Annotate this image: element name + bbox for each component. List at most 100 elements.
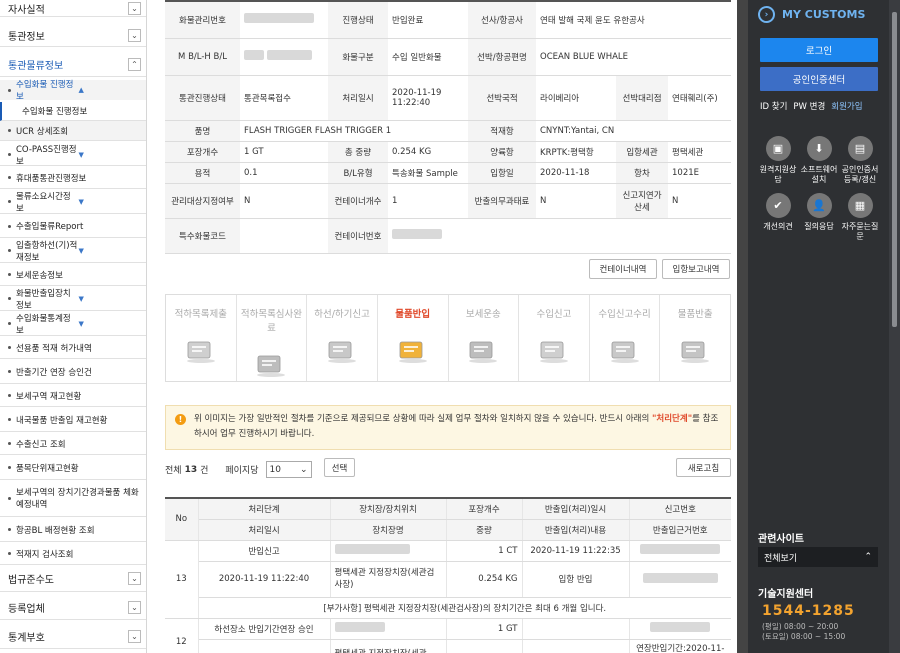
refresh-button[interactable]: 새로고침 bbox=[676, 458, 731, 477]
table-row: 평택세관 지정장치장(세관 연장반입기간:2020-11-3 bbox=[165, 639, 731, 653]
step-label: 적하목록제출 bbox=[174, 309, 228, 320]
processed-value: 2020-11-19 11:22:40 bbox=[388, 75, 468, 121]
warning-icon: ! bbox=[175, 414, 186, 425]
remote-support-item[interactable]: ▣ 원격지원상담 bbox=[758, 136, 798, 185]
nav-item-copass[interactable]: CO-PASS진행정보 ▼ bbox=[0, 144, 146, 167]
icon-label: 자주묻는질문 bbox=[841, 222, 879, 241]
find-id-link[interactable]: ID 찾기 bbox=[760, 100, 787, 112]
nav-item-item-stock[interactable]: 품목단위재고현황 bbox=[0, 456, 146, 480]
left-nav: 자사실적 ⌄ 통관정보 ⌄ 통관물류정보 ⌃ 수입화물 진행정보 ▲ 수입화물 진행정보… bbox=[0, 0, 147, 653]
software-install-item[interactable]: ⬇ 소프트웨어설치 bbox=[799, 136, 839, 185]
process-steps: 적하목록제출 적하목록심사완료 하선/하기신고 물품반입 보세운송 수입신고 수입신고수리 물… bbox=[165, 294, 731, 382]
label: 선박/항공편명 bbox=[468, 38, 536, 76]
support-hours: (평일) 08:00 ~ 20:00 (토요일) 08:00 ~ 15:00 bbox=[762, 622, 845, 642]
caret-down-icon: ▼ bbox=[78, 197, 84, 206]
nav-label: 보세구역 재고현황 bbox=[16, 391, 82, 402]
nav-item-air-bl[interactable]: 항공BL 배정현황 조회 bbox=[0, 518, 146, 542]
nav-item-codes[interactable]: 통계부호 ⌄ bbox=[0, 625, 146, 649]
related-sites-select[interactable]: 전체보기 ⌃ bbox=[758, 547, 878, 567]
nav-item-ship-supplies[interactable]: 선용품 적재 허가내역 bbox=[0, 337, 146, 359]
nav-item-logistics-info[interactable]: 통관물류정보 ⌃ bbox=[0, 52, 146, 77]
icon-label: 개선의견 bbox=[763, 222, 793, 231]
change-pw-link[interactable]: PW 변경 bbox=[793, 100, 825, 112]
nav-label: 화물반출입장치정보 bbox=[16, 288, 71, 311]
nav-item-import-progress-leaf[interactable]: 수입화물 진행정보 bbox=[0, 102, 146, 121]
icon-label: 소프트웨어설치 bbox=[800, 165, 838, 184]
nav-label: UCR 상세조회 bbox=[16, 126, 69, 137]
total-suffix: 건 bbox=[200, 466, 209, 476]
status-value: 반입완료 bbox=[388, 1, 468, 39]
select-button[interactable]: 선택 bbox=[324, 458, 355, 477]
nav-item-bonded-transport[interactable]: 보세운송정보 bbox=[0, 264, 146, 286]
nav-item-report[interactable]: 수출입물류Report bbox=[0, 215, 146, 238]
row-datetime: 2020-11-19 11:22:35 bbox=[522, 540, 630, 562]
nav-item-domestic-stock[interactable]: 내국물품 반출입 재고현황 bbox=[0, 408, 146, 432]
login-button[interactable]: 로그인 bbox=[760, 38, 878, 62]
icon-label: 질의응답 bbox=[804, 222, 834, 231]
row-stage: 반입신고 bbox=[198, 540, 331, 562]
nav-item-export-report[interactable]: 수출신고 조회 bbox=[0, 433, 146, 455]
col-header: 포장개수 bbox=[446, 498, 523, 520]
container-count-value: 1 bbox=[388, 183, 468, 219]
chevron-down-icon[interactable]: ⌄ bbox=[128, 601, 141, 614]
faq-item[interactable]: ▦ 자주묻는질문 bbox=[840, 193, 880, 242]
nav-item-customs-info[interactable]: 통관정보 ⌄ bbox=[0, 24, 146, 47]
nav-item-ucr[interactable]: UCR 상세조회 bbox=[0, 121, 146, 141]
label: 포장개수 bbox=[165, 141, 240, 163]
nav-item-inspection[interactable]: 적재지 검사조회 bbox=[0, 543, 146, 565]
page-size-value: 10 bbox=[269, 464, 281, 475]
row-note: [부가사항] 평택세관 지정장치장(세관검사장)의 장치기간은 최대 6 개월 … bbox=[198, 597, 731, 619]
nav-label: 입출항하선(기)적재정보 bbox=[16, 240, 78, 263]
nav-item-import-stats[interactable]: 수입화물통계정보 ▼ bbox=[0, 312, 146, 336]
list-summary: 전체 13 건 페이지당 10 ⌄ bbox=[165, 461, 312, 478]
cert-center-button[interactable]: 공인인증센터 bbox=[760, 67, 878, 91]
page-size-select[interactable]: 10 ⌄ bbox=[265, 461, 312, 478]
nav-item-compliance[interactable]: 법규준수도 ⌄ bbox=[0, 566, 146, 592]
col-header: 반출입근거번호 bbox=[629, 519, 731, 541]
volume-value: 0.1 bbox=[240, 162, 328, 184]
nav-item-logistics-time[interactable]: 물류소요시간정보 ▼ bbox=[0, 190, 146, 214]
nav-label: 등록업체 bbox=[8, 604, 45, 615]
row-weight bbox=[446, 639, 523, 653]
container-no-value bbox=[388, 218, 731, 254]
col-header: 장치장명 bbox=[330, 519, 447, 541]
notice-box: ! 위 이미지는 가장 일반적인 절차를 기준으로 제공되므로 상황에 따라 실… bbox=[165, 405, 731, 450]
entry-report-button[interactable]: 입항보고내역 bbox=[662, 259, 730, 279]
nav-item-registered[interactable]: 등록업체 ⌄ bbox=[0, 596, 146, 620]
nav-item-cargo-inout[interactable]: 화물반출입장치정보 ▼ bbox=[0, 287, 146, 311]
loading-port-value: CNYNT:Yantai, CN bbox=[536, 120, 731, 142]
nav-label: 통계부호 bbox=[8, 633, 45, 644]
nav-item-carryon[interactable]: 휴대품통관진행정보 bbox=[0, 167, 146, 189]
chevron-down-icon[interactable]: ⌄ bbox=[128, 1, 141, 15]
chevron-down-icon[interactable]: ⌄ bbox=[128, 572, 141, 585]
qna-item[interactable]: 👤 질의응답 bbox=[799, 193, 839, 232]
panel-title: MY CUSTOMS bbox=[782, 8, 866, 21]
nav-item-bonded-stock[interactable]: 보세구역 재고현황 bbox=[0, 385, 146, 407]
label: 입항일 bbox=[468, 162, 536, 184]
scrollbar-thumb[interactable] bbox=[892, 12, 897, 327]
nav-label: CO-PASS진행정보 bbox=[16, 144, 77, 167]
col-header: 처리단계 bbox=[198, 498, 331, 520]
nav-item-import-progress[interactable]: 수입화물 진행정보 ▲ bbox=[0, 80, 146, 102]
nav-item-extension[interactable]: 반출기간 연장 승인건 bbox=[0, 360, 146, 384]
certificate-item[interactable]: ▤ 공인인증서등록/갱신 bbox=[840, 136, 880, 185]
nav-label: 보세운송정보 bbox=[16, 270, 63, 281]
chevron-down-icon[interactable]: ⌄ bbox=[128, 630, 141, 643]
my-customs-header[interactable]: › MY CUSTOMS bbox=[758, 6, 865, 23]
label: 총 중량 bbox=[328, 141, 388, 163]
chevron-down-icon[interactable]: ⌄ bbox=[128, 28, 141, 42]
row-stage: 하선장소 반입기간연장 승인 bbox=[198, 618, 331, 640]
nav-item-company-results[interactable]: 자사실적 ⌄ bbox=[0, 0, 146, 17]
feedback-item[interactable]: ✔ 개선의견 bbox=[758, 193, 798, 232]
entry-customs-value: 평택세관 bbox=[668, 141, 731, 163]
redacted-value bbox=[650, 622, 711, 632]
support-phone: 1544-1285 bbox=[762, 603, 855, 619]
icon-label: 원격지원상담 bbox=[759, 165, 797, 184]
container-history-button[interactable]: 컨테이너내역 bbox=[589, 259, 657, 279]
nav-item-loading[interactable]: 입출항하선(기)적재정보 ▼ bbox=[0, 239, 146, 263]
chevron-up-icon[interactable]: ⌃ bbox=[128, 57, 141, 71]
nav-item-overdue[interactable]: 보세구역의 장치기간경과물품 체화 예정내역 bbox=[0, 481, 146, 517]
signup-link[interactable]: 회원가입 bbox=[831, 100, 862, 112]
page-size-label: 페이지당 bbox=[225, 466, 259, 476]
remote-support-icon: ▣ bbox=[765, 136, 791, 161]
